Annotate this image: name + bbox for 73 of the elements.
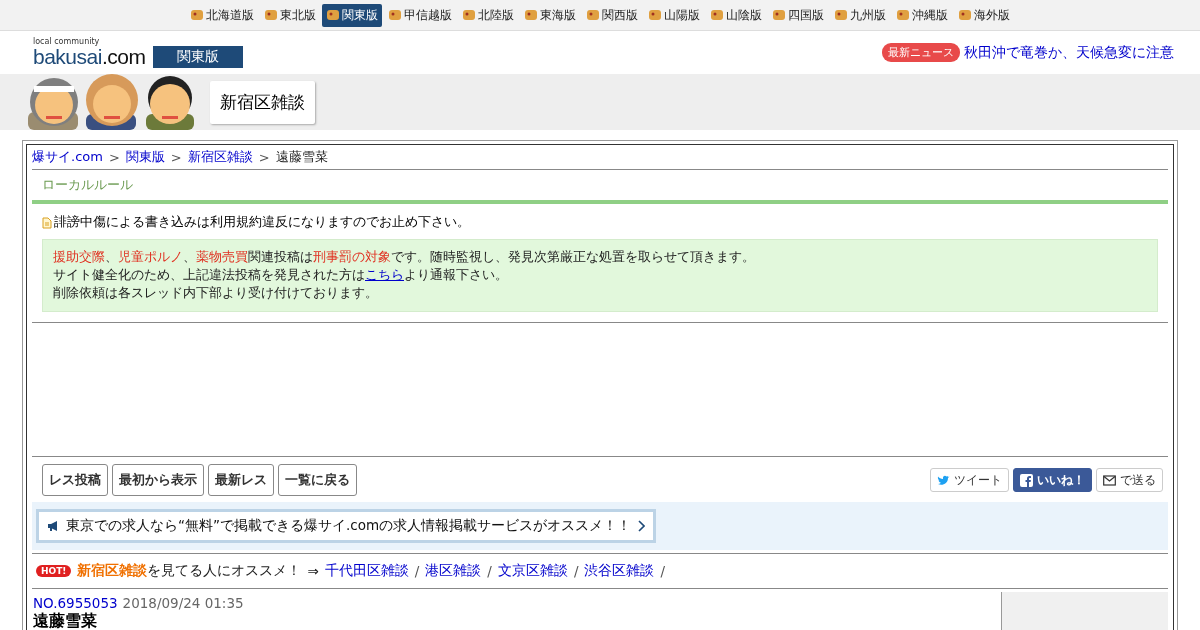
link-separator: / (660, 563, 665, 579)
region-tab[interactable]: 海外版 (954, 3, 1014, 27)
breadcrumb-link[interactable]: 関東版 (125, 148, 165, 166)
action-button[interactable]: 最初から表示 (112, 464, 204, 496)
news-link[interactable]: 秋田沖で竜巻か、天候急変に注意 (964, 43, 1174, 62)
related-board-link[interactable]: 港区雑談 (425, 562, 482, 580)
f-logo-icon (1020, 473, 1033, 487)
region-tab[interactable]: 九州版 (830, 3, 890, 27)
share-button[interactable]: いいね！ (1013, 468, 1092, 492)
breadcrumb-link[interactable]: 爆サイ.com (32, 148, 103, 166)
region-icon (524, 8, 538, 22)
region-tab[interactable]: 四国版 (768, 3, 828, 27)
region-tab[interactable]: 北海道版 (186, 3, 258, 27)
action-button[interactable]: レス投稿 (42, 464, 108, 496)
board-title: 新宿区雑談 (210, 80, 315, 124)
breadcrumb-separator: > (170, 149, 182, 165)
breadcrumb-separator: > (258, 149, 270, 165)
region-tab[interactable]: 東北版 (260, 3, 320, 27)
recommend-text: を見てる人にオススメ！ (147, 562, 302, 580)
action-button[interactable]: 一覧に戻る (278, 464, 357, 496)
logo-tagline: local community (33, 37, 101, 46)
region-icon (190, 8, 204, 22)
share-button[interactable]: で送る (1096, 468, 1163, 492)
hot-badge: HOT! (36, 565, 72, 577)
megaphone-icon (47, 520, 60, 532)
region-icon (648, 8, 662, 22)
edition-label: 関東版 (153, 46, 244, 68)
region-tab[interactable]: 甲信越版 (384, 3, 456, 27)
region-icon (462, 8, 476, 22)
news-badge: 最新ニュース (882, 43, 960, 62)
region-icon (388, 8, 402, 22)
local-rule-heading: ローカルルール (32, 170, 1168, 204)
link-separator: / (414, 563, 420, 579)
region-tab[interactable]: 山陰版 (706, 3, 766, 27)
arrow-text: ⇒ (307, 563, 319, 579)
region-tab[interactable]: 関東版 (322, 3, 382, 27)
post-number[interactable]: NO.6955053 (33, 595, 118, 611)
document-icon (42, 216, 52, 229)
link-separator: / (573, 563, 579, 579)
related-board-link[interactable]: 渋谷区雑談 (584, 562, 655, 580)
share-button[interactable]: ツイート (930, 468, 1009, 492)
region-icon (896, 8, 910, 22)
envelope-icon (1103, 474, 1116, 486)
warning-text: サイト健全化のため、上記違法投稿を発見された方はこちら より通報下さい。 (53, 267, 509, 284)
region-icon (834, 8, 848, 22)
chevron-right-icon (637, 520, 646, 532)
region-tab[interactable]: 沖縄版 (892, 3, 952, 27)
link-separator: / (487, 563, 492, 579)
region-icon (326, 8, 340, 22)
site-logo[interactable]: bakusai.com (33, 46, 146, 68)
post-date: 2018/09/24 01:35 (122, 595, 244, 611)
warning-text: 援助交際、児童ポルノ、薬物売買関連投稿は刑事罰の対象です。随時監視し、発見次第厳正な処置を取らせて頂きます。 (53, 249, 756, 266)
action-button[interactable]: 最新レス (208, 464, 274, 496)
region-tab[interactable]: 東海版 (520, 3, 580, 27)
region-tab[interactable]: 北陸版 (458, 3, 518, 27)
region-icon (958, 8, 972, 22)
post-title: 遠藤雪菜 (33, 611, 98, 630)
report-link[interactable]: こちら (365, 267, 404, 282)
region-icon (264, 8, 278, 22)
region-icon (710, 8, 724, 22)
warning-text: 削除依頼は各スレッド内下部より受け付けております。 (53, 285, 379, 302)
breadcrumb-current: 遠藤雪菜 (275, 148, 328, 166)
related-board-link[interactable]: 文京区雑談 (497, 562, 568, 580)
related-board-link[interactable]: 千代田区雑談 (324, 562, 409, 580)
region-tab[interactable]: 山陽版 (644, 3, 704, 27)
region-icon (586, 8, 600, 22)
breadcrumb-link[interactable]: 新宿区雑談 (187, 148, 253, 166)
region-tab[interactable]: 関西版 (582, 3, 642, 27)
bird-icon (937, 474, 950, 486)
notice-text: 誹謗中傷による書き込みは利用規約違反になりますのでお止め下さい。 (54, 214, 470, 231)
breadcrumb-separator: > (108, 149, 120, 165)
promo-link[interactable]: 東京での求人なら“無料”で掲載できる爆サイ.comの求人情報掲載サービスがオススメ！！ (36, 509, 657, 543)
region-icon (772, 8, 786, 22)
